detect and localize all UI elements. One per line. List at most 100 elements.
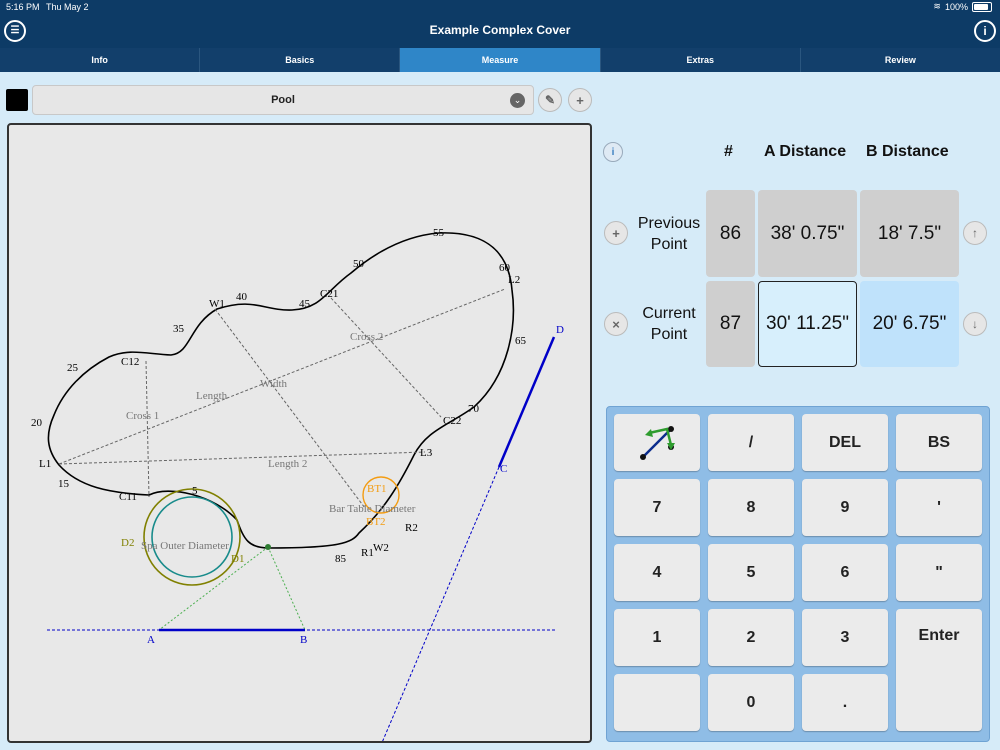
- key-inches[interactable]: ": [896, 544, 982, 601]
- page-title: Example Complex Cover: [429, 23, 571, 37]
- key-7[interactable]: 7: [614, 479, 700, 536]
- current-b-cell[interactable]: 20' 6.75": [860, 281, 959, 367]
- curve-label: Cross 1: [126, 410, 159, 422]
- previous-a-cell[interactable]: 38' 0.75": [758, 190, 857, 277]
- key-bs[interactable]: BS: [896, 414, 982, 471]
- info-icon: i: [611, 146, 615, 158]
- length2-line: [58, 451, 426, 465]
- current-point-marker: [265, 544, 271, 550]
- remove-point-button[interactable]: ×: [604, 312, 628, 336]
- curve-label: 40: [236, 291, 248, 303]
- curve-label: Length: [196, 390, 228, 402]
- curve-label: 20: [31, 417, 43, 429]
- key-1[interactable]: 1: [614, 609, 700, 666]
- battery-icon: [972, 1, 992, 12]
- curve-label: Spa Outer Diameter: [141, 540, 229, 552]
- curve-labels: 55 60L2 50 C21 45 40 W1 35 65 C12 25 Cross 2 Width Le…: [31, 227, 564, 646]
- curve-label: R1: [361, 547, 374, 559]
- curve-label: L1: [39, 458, 51, 470]
- key-5[interactable]: 5: [708, 544, 794, 601]
- current-down-button[interactable]: ↓: [963, 312, 987, 336]
- key-0[interactable]: 0: [708, 674, 794, 731]
- key-slash[interactable]: /: [708, 414, 794, 471]
- key-3[interactable]: 3: [802, 609, 888, 666]
- curve-label: BT2: [366, 516, 386, 528]
- chevron-down-icon: ⌄: [510, 93, 525, 108]
- curve-label: Bar Table Diameter: [329, 503, 416, 515]
- key-2[interactable]: 2: [708, 609, 794, 666]
- previous-b-cell[interactable]: 18' 7.5": [860, 190, 959, 277]
- key-blank[interactable]: [614, 674, 700, 731]
- baseline-cd[interactable]: [497, 336, 556, 468]
- drawing-canvas[interactable]: 55 60 L2 50 C21 45 40 W1 35 65 C12 25 Cross 2 Width Le…: [7, 123, 592, 743]
- add-point-button[interactable]: +: [604, 221, 628, 245]
- pencil-icon: ✎: [544, 93, 556, 107]
- curve-label: C11: [119, 491, 137, 503]
- tab-review[interactable]: Review: [800, 48, 1000, 72]
- pool-diagram[interactable]: 55 60L2 50 C21 45 40 W1 35 65 C12 25 Cross 2 Width Le…: [9, 125, 592, 743]
- key-6[interactable]: 6: [802, 544, 888, 601]
- tab-measure[interactable]: Measure: [400, 48, 601, 72]
- guide-line-b: [267, 546, 306, 631]
- curve-label: 35: [173, 323, 185, 335]
- close-icon: ×: [612, 316, 620, 332]
- edit-button[interactable]: ✎: [538, 88, 562, 112]
- curve-label: L3: [420, 447, 433, 459]
- curve-label: C21: [320, 288, 338, 300]
- arrow-up-icon: ↑: [972, 226, 978, 240]
- key-enter[interactable]: Enter: [896, 609, 982, 731]
- tab-extras[interactable]: Extras: [600, 48, 801, 72]
- curve-label: Length 2: [268, 458, 307, 470]
- nav-bar: ☰ Example Complex Cover i: [0, 14, 1000, 48]
- curve-label: 85: [335, 553, 347, 565]
- header-a-distance: A Distance: [764, 143, 847, 160]
- cross2-line: [330, 297, 442, 418]
- tab-bar: Info Basics Measure Extras Review: [0, 48, 1000, 72]
- info-icon: i: [983, 24, 987, 38]
- key-feet[interactable]: ': [896, 479, 982, 536]
- plus-icon: +: [576, 92, 584, 108]
- curve-label: R2: [405, 522, 418, 534]
- width-line: [214, 308, 366, 509]
- curve-label: Cross 2: [350, 331, 383, 343]
- previous-up-button[interactable]: ↑: [963, 221, 987, 245]
- tab-info[interactable]: Info: [0, 48, 201, 72]
- curve-label: A: [147, 634, 155, 646]
- key-4[interactable]: 4: [614, 544, 700, 601]
- curve-label: 15: [58, 478, 70, 490]
- spa-outer-ring: [143, 488, 241, 586]
- curve-label: 5: [192, 485, 198, 497]
- curve-label: 70: [468, 403, 480, 415]
- curve-label: 65: [515, 335, 527, 347]
- status-date: Thu May 2: [46, 2, 89, 12]
- keypad: / DEL BS 7 8 9 ' 4 5 6 " 1 2 3 Enter 0 .: [606, 406, 990, 742]
- shape-select[interactable]: Pool ⌄: [32, 85, 534, 115]
- header-b-distance: B Distance: [866, 143, 949, 160]
- curve-label: 25: [67, 362, 79, 374]
- current-num-cell: 87: [706, 281, 755, 367]
- curve-label: BT1: [367, 483, 387, 495]
- plus-icon: +: [612, 225, 620, 241]
- color-swatch[interactable]: [6, 89, 28, 111]
- curve-label: D: [556, 324, 564, 336]
- curve-label: W2: [373, 542, 389, 554]
- shape-select-value: Pool: [271, 94, 295, 106]
- curve-label: D1: [231, 553, 244, 565]
- curve-label: W1: [209, 298, 225, 310]
- key-decimal[interactable]: .: [802, 674, 888, 731]
- curve-label: C22: [443, 415, 461, 427]
- key-8[interactable]: 8: [708, 479, 794, 536]
- add-shape-button[interactable]: +: [568, 88, 592, 112]
- measure-tool-icon: [640, 425, 675, 460]
- status-bar: 5:16 PM Thu May 2 ≋ 100%: [0, 0, 1000, 14]
- current-a-cell[interactable]: 30' 11.25": [758, 281, 857, 367]
- help-info-button[interactable]: i: [603, 142, 623, 162]
- measure-tool-key[interactable]: [614, 414, 700, 471]
- tab-basics[interactable]: Basics: [200, 48, 401, 72]
- construction-lines: [58, 288, 506, 509]
- key-9[interactable]: 9: [802, 479, 888, 536]
- length-line: [58, 288, 506, 465]
- key-del[interactable]: DEL: [802, 414, 888, 471]
- info-button[interactable]: i: [974, 20, 996, 42]
- status-time: 5:16 PM: [6, 2, 40, 12]
